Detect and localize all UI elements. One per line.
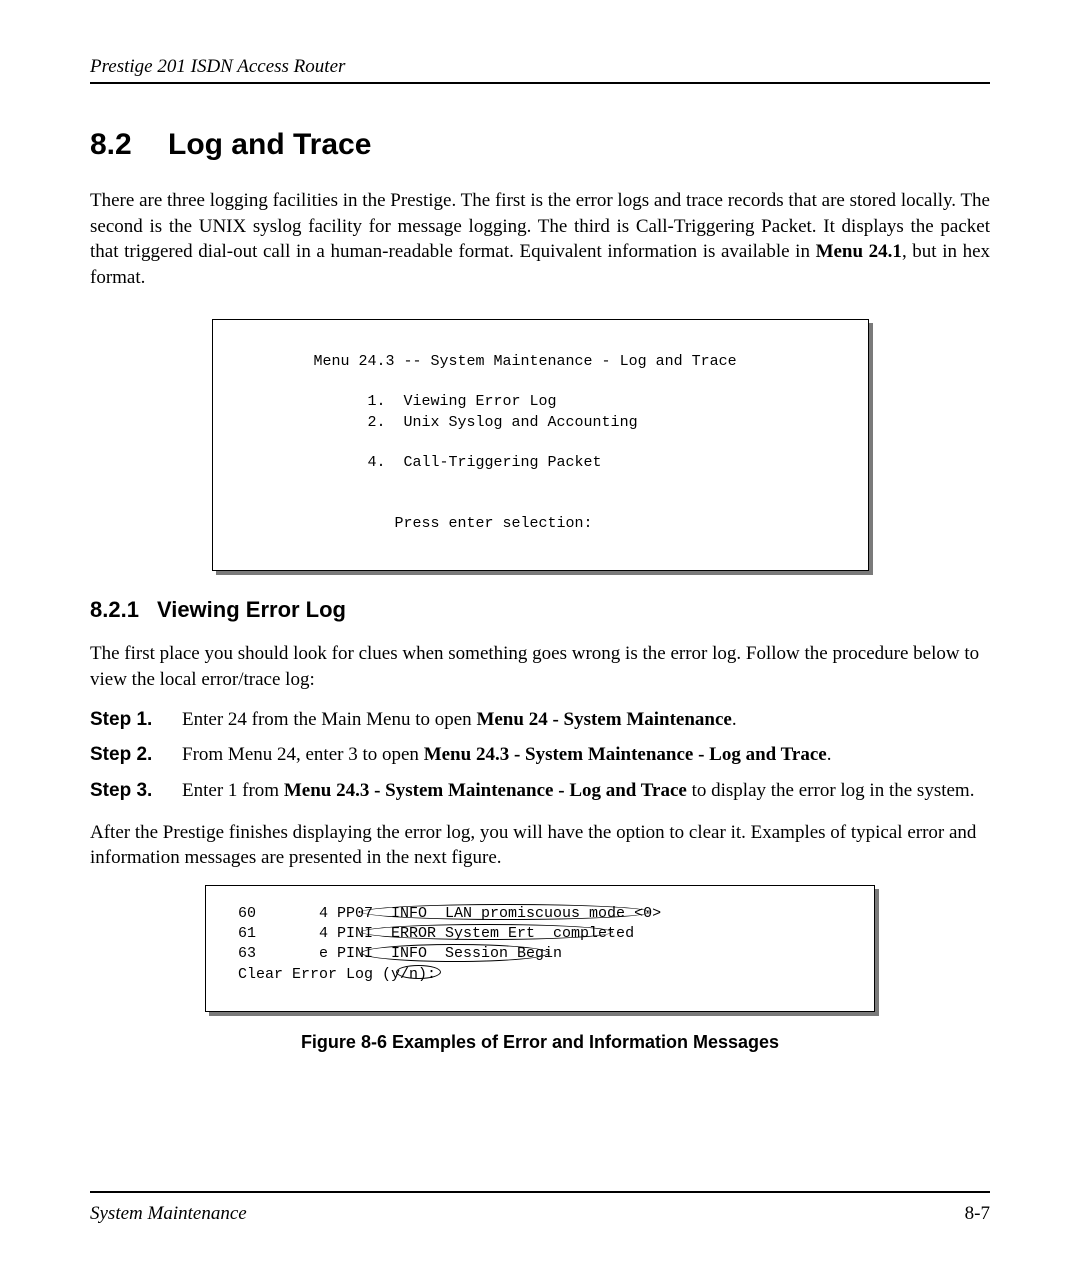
step-row: Step 1. Enter 24 from the Main Menu to o…	[90, 707, 990, 733]
steps-list: Step 1. Enter 24 from the Main Menu to o…	[90, 707, 990, 804]
errorlog-row: 61 4 PINI ERROR System Ert completed	[238, 924, 856, 944]
step-label: Step 1.	[90, 707, 182, 733]
errorlog-box: 60 4 PP07 INFO LAN promiscuous mode <0> …	[205, 885, 875, 1012]
step-post: .	[827, 744, 832, 765]
errorlog-box-wrap: 60 4 PP07 INFO LAN promiscuous mode <0> …	[90, 885, 990, 1012]
section-number: 8.2	[90, 128, 168, 162]
footer-right: 8-7	[965, 1203, 990, 1225]
subsection-lead: The first place you should look for clue…	[90, 641, 990, 692]
step-bold: Menu 24.3 - System Maintenance - Log and…	[424, 744, 827, 765]
errorlog-row: 63 e PINI INFO Session Begin	[238, 944, 856, 964]
step-pre: Enter 1 from	[182, 780, 284, 801]
header-title: Prestige 201 ISDN Access Router	[90, 56, 345, 77]
step-row: Step 2. From Menu 24, enter 3 to open Me…	[90, 742, 990, 768]
footer-left: System Maintenance	[90, 1203, 247, 1225]
menu-box: Menu 24.3 -- System Maintenance - Log an…	[212, 319, 869, 572]
page-header: Prestige 201 ISDN Access Router	[90, 56, 990, 84]
step-post: to display the error log in the system.	[687, 780, 975, 801]
page-footer: System Maintenance 8-7	[90, 1191, 990, 1225]
errorlog-row: Clear Error Log (y/n):	[238, 965, 856, 985]
errorlog-row: 60 4 PP07 INFO LAN promiscuous mode <0>	[238, 904, 856, 924]
menu-box-wrap: Menu 24.3 -- System Maintenance - Log an…	[90, 319, 990, 572]
step-row: Step 3. Enter 1 from Menu 24.3 - System …	[90, 778, 990, 804]
menu-line-2: 1. Viewing Error Log	[233, 393, 557, 410]
step-text: Enter 1 from Menu 24.3 - System Maintena…	[182, 778, 990, 804]
figure-caption: Figure 8-6 Examples of Error and Informa…	[90, 1032, 990, 1053]
subsection-heading: Viewing Error Log	[157, 597, 346, 622]
menu-line-1: Menu 24.3 -- System Maintenance - Log an…	[233, 353, 737, 370]
subsection-number: 8.2.1	[90, 597, 139, 623]
menu-line-8: Press enter selection:	[233, 515, 593, 532]
menu-line-5: 4. Call-Triggering Packet	[233, 454, 602, 471]
step-text: Enter 24 from the Main Menu to open Menu…	[182, 707, 990, 733]
step-bold: Menu 24 - System Maintenance	[476, 709, 731, 730]
after-steps-para: After the Prestige finishes displaying t…	[90, 820, 990, 871]
subsection-title: 8.2.1 Viewing Error Log	[90, 597, 990, 623]
step-label: Step 2.	[90, 742, 182, 768]
step-text: From Menu 24, enter 3 to open Menu 24.3 …	[182, 742, 990, 768]
step-post: .	[732, 709, 737, 730]
section-title: 8.2 Log and Trace	[90, 128, 990, 162]
step-label: Step 3.	[90, 778, 182, 804]
step-pre: Enter 24 from the Main Menu to open	[182, 709, 476, 730]
section-intro: There are three logging facilities in th…	[90, 188, 990, 291]
section-heading: Log and Trace	[168, 128, 371, 162]
step-pre: From Menu 24, enter 3 to open	[182, 744, 424, 765]
intro-bold: Menu 24.1	[816, 241, 902, 262]
step-bold: Menu 24.3 - System Maintenance - Log and…	[284, 780, 687, 801]
menu-line-3: 2. Unix Syslog and Accounting	[233, 414, 638, 431]
